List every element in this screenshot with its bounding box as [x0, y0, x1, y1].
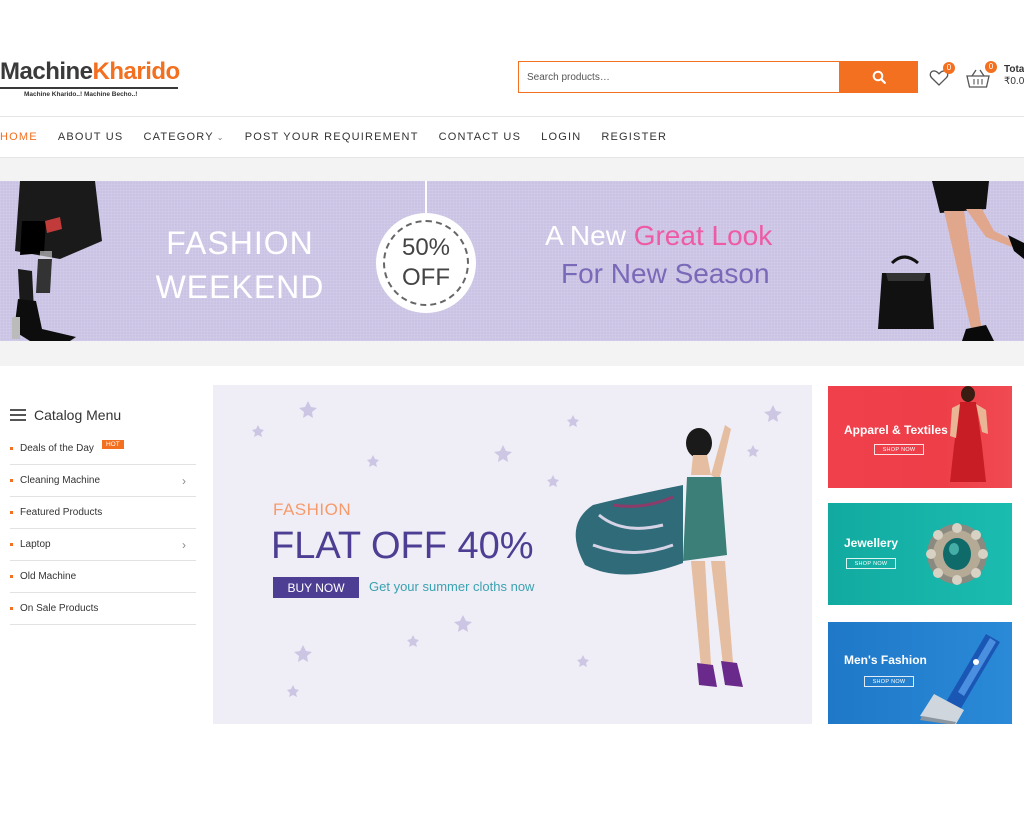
catalog-menu: Catalog Menu Deals of the Day HOT Cleani…: [10, 404, 196, 625]
search-icon: [872, 70, 886, 84]
cart-count-badge: 0: [985, 61, 997, 73]
logo-tagline: Machine Kharido..! Machine Becho..!: [24, 91, 138, 98]
header-divider: [0, 116, 1024, 117]
nav-register[interactable]: REGISTER: [601, 129, 667, 145]
catalog-item-label: Deals of the Day: [20, 443, 94, 454]
logo-wordmark: MachineKharido: [0, 58, 185, 86]
trimmer-image: [920, 634, 1000, 724]
chevron-down-icon: ⌄: [216, 133, 225, 142]
promo-headline: FLAT OFF 40%: [271, 525, 534, 567]
promo-slider[interactable]: FASHION FLAT OFF 40% BUY NOW Get your su…: [213, 385, 812, 724]
nav-category-label: CATEGORY: [143, 131, 214, 143]
nav-login[interactable]: LOGIN: [541, 129, 581, 145]
hero-left-line1: FASHION: [166, 225, 314, 261]
cart-total-label: Total: [1004, 64, 1024, 75]
hero-discount-off: OFF: [402, 264, 450, 291]
main-nav: HOME ABOUT US CATEGORY ⌄ POST YOUR REQUIR…: [0, 129, 687, 145]
cart-button[interactable]: 0: [966, 61, 997, 89]
bullet-icon: [10, 446, 13, 450]
nav-post-requirement[interactable]: POST YOUR REQUIREMENT: [245, 129, 419, 145]
hero-model-right-image: [878, 181, 1024, 341]
hero-discount-tag: 50% OFF: [376, 213, 476, 313]
nav-contact-us[interactable]: CONTACT US: [439, 129, 522, 145]
catalog-item-old-machine[interactable]: Old Machine: [10, 561, 196, 593]
bullet-icon: [10, 606, 13, 610]
bullet-icon: [10, 510, 13, 514]
logo-underline: [0, 87, 178, 89]
hero-left-text: FASHION WEEKEND: [155, 221, 325, 309]
cart-total-value: ₹0.00: [1004, 76, 1024, 87]
bullet-icon: [10, 574, 13, 578]
hero-left-line2: WEEKEND: [155, 269, 325, 305]
hero-headline: A New Great Look: [545, 219, 772, 253]
catalog-item-deals-of-the-day[interactable]: Deals of the Day HOT: [10, 433, 196, 465]
promo-kicker: FASHION: [273, 500, 352, 519]
catalog-item-label: Featured Products: [20, 507, 103, 518]
catalog-item-featured-products[interactable]: Featured Products: [10, 497, 196, 529]
catalog-menu-title: Catalog Menu: [34, 407, 122, 423]
hero-headline-pink: Great Look: [633, 220, 773, 251]
site-logo[interactable]: MachineKharido Machine Kharido..! Machin…: [0, 58, 185, 98]
card-mens-fashion[interactable]: Men's Fashion SHOP NOW: [828, 622, 1012, 724]
chevron-right-icon: ›: [182, 537, 186, 552]
bullet-icon: [10, 542, 13, 546]
apparel-model-image: [950, 386, 988, 482]
catalog-menu-header[interactable]: Catalog Menu: [10, 404, 196, 426]
nav-about-us[interactable]: ABOUT US: [58, 129, 124, 145]
hero-tag-string: [425, 181, 427, 213]
catalog-item-label: On Sale Products: [20, 603, 99, 614]
card-apparel-textiles[interactable]: Apparel & Textiles SHOP NOW: [828, 386, 1012, 488]
catalog-item-label: Laptop: [20, 539, 51, 550]
shop-now-button[interactable]: SHOP NOW: [864, 676, 914, 687]
chevron-right-icon: ›: [182, 473, 186, 488]
hero-discount-ring: 50% OFF: [383, 220, 469, 306]
logo-part2: Kharido: [92, 58, 181, 85]
ring-image: [926, 523, 988, 585]
promo-subline: Get your summer cloths now: [369, 579, 535, 594]
card-title: Jewellery: [844, 536, 899, 550]
catalog-item-on-sale-products[interactable]: On Sale Products: [10, 593, 196, 625]
page: MachineKharido Machine Kharido..! Machin…: [0, 0, 1024, 838]
catalog-item-laptop[interactable]: Laptop ›: [10, 529, 196, 561]
card-title: Apparel & Textiles: [844, 423, 948, 437]
nav-home[interactable]: HOME: [0, 129, 38, 145]
shop-now-button[interactable]: SHOP NOW: [874, 444, 924, 455]
catalog-item-cleaning-machine[interactable]: Cleaning Machine ›: [10, 465, 196, 497]
nav-category[interactable]: CATEGORY ⌄: [143, 129, 224, 145]
logo-part1: Machine: [0, 58, 93, 85]
buy-now-button[interactable]: BUY NOW: [273, 577, 359, 598]
search-button[interactable]: [839, 61, 918, 93]
search-bar: [518, 61, 918, 93]
basket-icon: [966, 69, 990, 88]
hero-headline-white: A New: [545, 220, 634, 251]
search-input[interactable]: [518, 61, 839, 93]
hero-banner[interactable]: FASHION WEEKEND 50% OFF A New Great Look…: [0, 181, 1024, 341]
hero-discount-percent: 50%: [401, 234, 451, 261]
hamburger-icon: [10, 409, 26, 421]
hot-badge: HOT: [101, 440, 124, 449]
bullet-icon: [10, 478, 13, 482]
hero-subheadline: For New Season: [561, 258, 770, 289]
cart-total[interactable]: Total ₹0.00: [1004, 64, 1024, 88]
catalog-item-label: Cleaning Machine: [20, 475, 101, 486]
card-jewellery[interactable]: Jewellery SHOP NOW: [828, 503, 1012, 605]
wishlist-count-badge: 0: [943, 62, 955, 74]
card-title: Men's Fashion: [844, 653, 927, 667]
hero-model-left-image: [12, 181, 102, 341]
shop-now-button[interactable]: SHOP NOW: [846, 558, 896, 569]
wishlist-button[interactable]: 0: [929, 62, 955, 88]
catalog-item-label: Old Machine: [20, 571, 77, 582]
